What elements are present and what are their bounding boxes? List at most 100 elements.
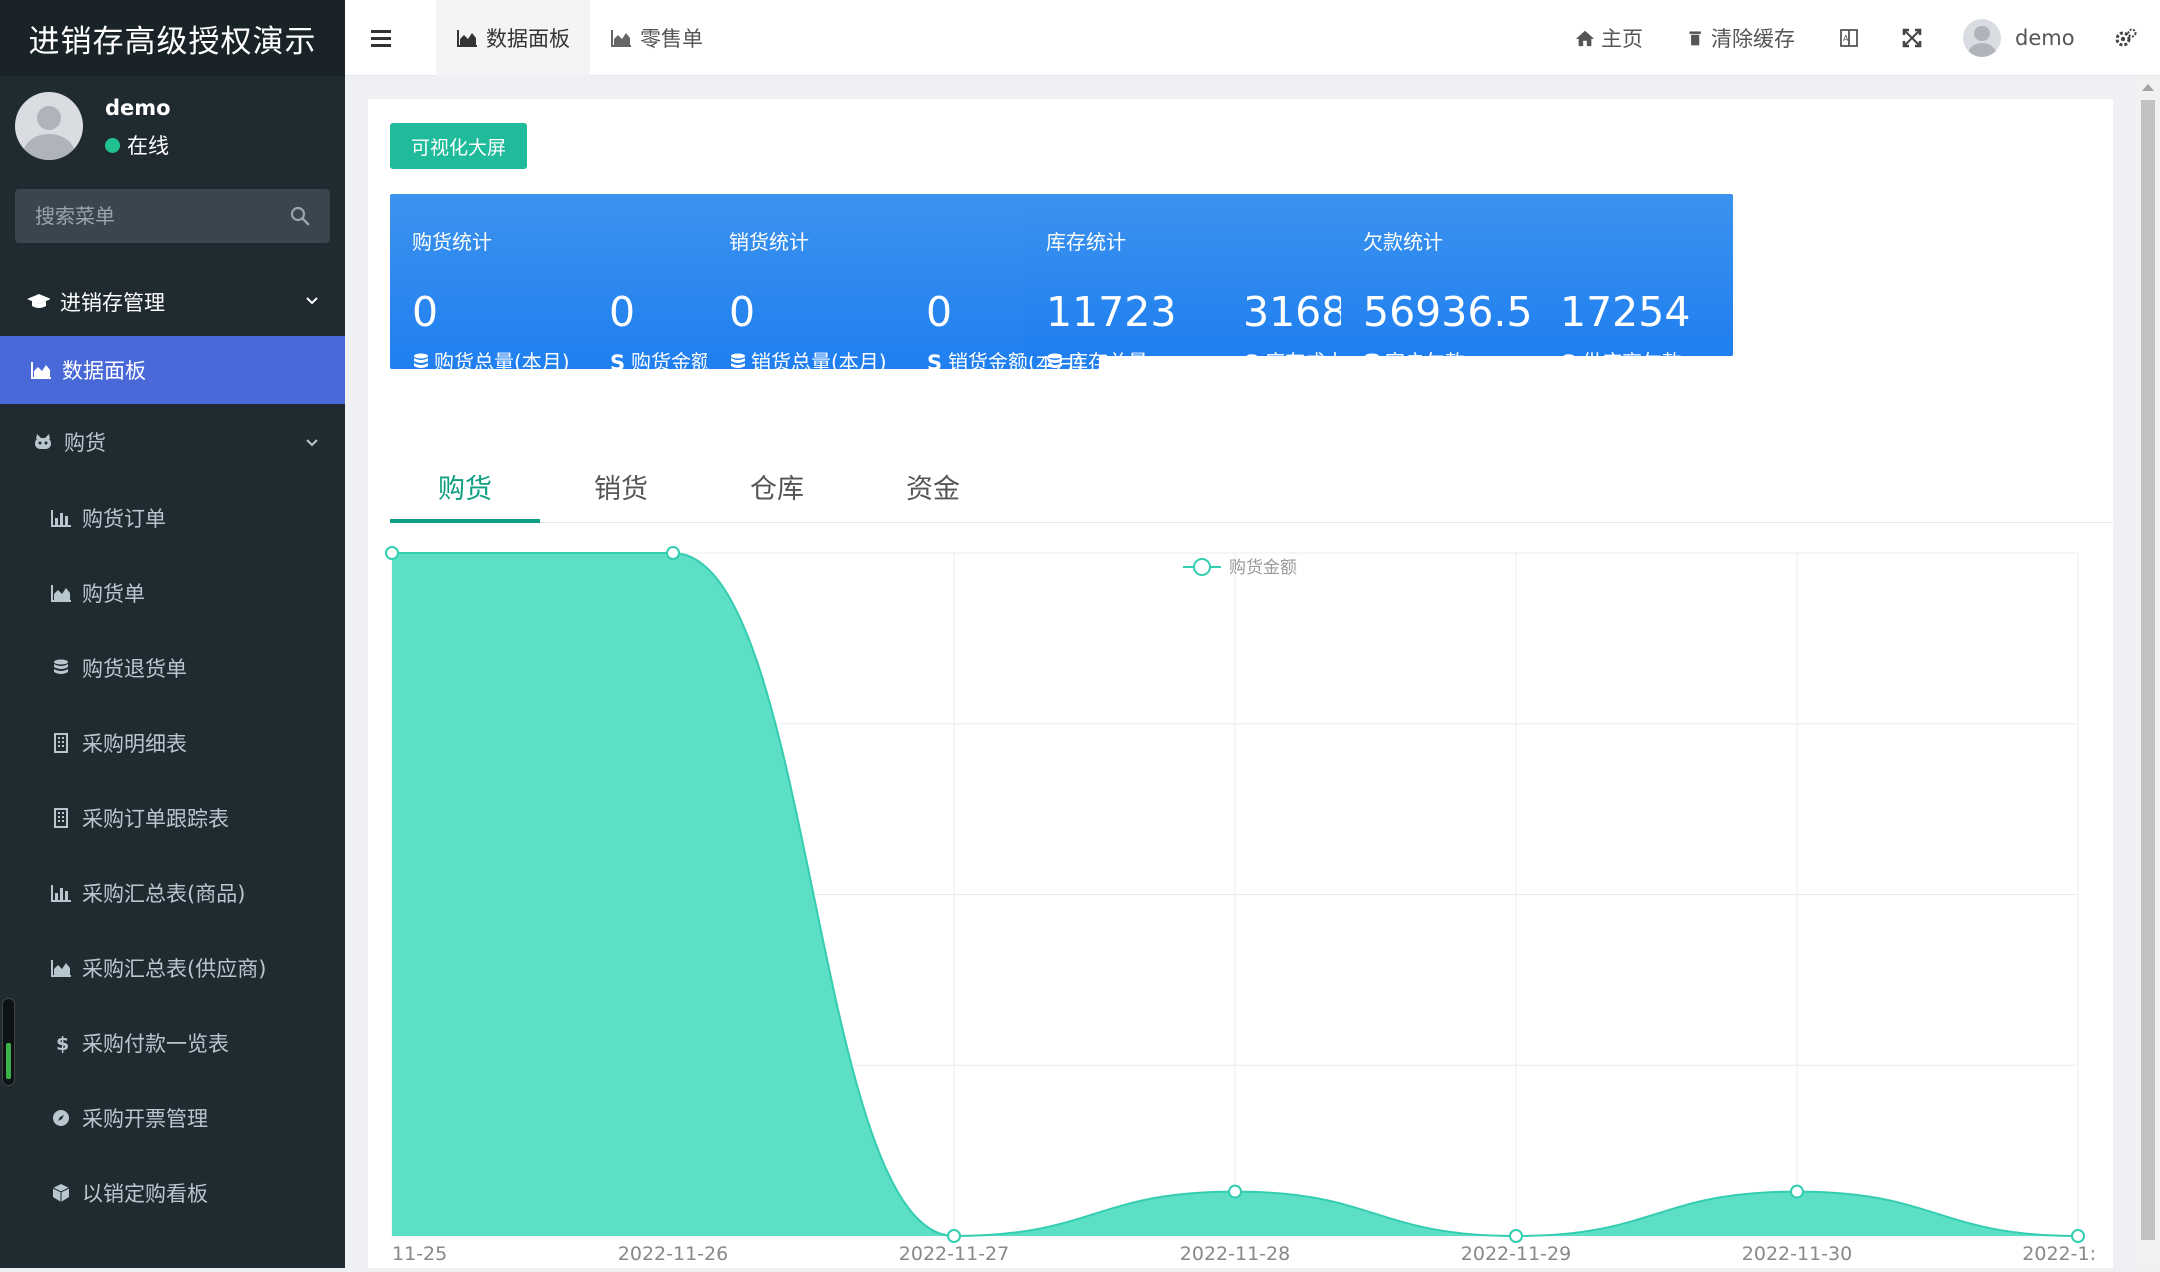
purchase-chart: 11-25 2022-11-26 2022-11-27 2022-11-28 2022-…: [368, 524, 2113, 1268]
compass-icon: [53, 1109, 69, 1126]
sidebar-subitem[interactable]: 采购开票管理: [0, 1080, 345, 1155]
area-chart-icon: [31, 362, 51, 379]
sidebar-subitem[interactable]: 采购明细表: [0, 705, 345, 780]
svg-text:S: S: [1244, 352, 1259, 372]
card-value-secondary: 0: [926, 288, 953, 336]
database-icon: [1365, 353, 1379, 368]
building-icon: [54, 807, 68, 828]
sidebar-subitem[interactable]: 以销定购看板: [0, 1155, 345, 1230]
page-scrollbar[interactable]: [2136, 76, 2160, 1268]
tab-sales[interactable]: 销货: [546, 467, 696, 523]
clear-cache-button[interactable]: 清除缓存: [1687, 0, 1795, 76]
data-point: [1228, 1184, 1242, 1199]
card-label-primary: 销货总量(本月): [729, 346, 894, 379]
sidebar: 进销存高级授权演示 demo 在线 进销存管理: [0, 0, 345, 1268]
github-cat-icon: [35, 434, 51, 449]
x-tick-label: 2022-1:: [2022, 1243, 2096, 1265]
card-label-text: 库存成本: [1265, 350, 1345, 374]
card-value-primary: 0: [412, 288, 439, 336]
svg-text:S: S: [1561, 352, 1576, 372]
tab-label: 数据面板: [486, 27, 570, 51]
gears-icon: [2115, 28, 2137, 47]
dollar-icon: S: [1561, 352, 1576, 372]
tab-funds[interactable]: 资金: [858, 467, 1008, 523]
sidebar-item-label: 数据面板: [62, 359, 146, 383]
dollar-icon: S: [927, 352, 942, 372]
x-tick-label: 2022-11-29: [1461, 1243, 1571, 1265]
data-point: [947, 1229, 961, 1243]
bar-chart-icon: [51, 884, 71, 902]
sidebar-menu: 进销存管理 数据面板 购货 购货订单 购货单 购货退货单 采购明细表 采购订单跟…: [0, 268, 345, 1230]
sidebar-group-purchase[interactable]: 购货: [0, 404, 345, 480]
home-icon: [1575, 30, 1595, 47]
app-title: 进销存高级授权演示: [0, 0, 345, 76]
main-content: 可视化大屏 购货统计 0 0 购货总量(本月) S 购货金额(本月) 销货统计 0 0 销货总量(…: [368, 99, 2113, 1268]
sidebar-subitem[interactable]: 采购订单跟踪表: [0, 780, 345, 855]
card-label-primary: 库存总量: [1046, 346, 1211, 379]
home-link[interactable]: 主页: [1575, 0, 1643, 76]
tab-retail[interactable]: 零售单: [590, 0, 723, 76]
chevron-down-icon: [306, 439, 318, 447]
cube-icon: [52, 1183, 70, 1202]
card-title: 销货统计: [729, 230, 809, 254]
sidebar-subitem-label: 购货单: [82, 581, 145, 606]
chart-tabs: 购货 销货 仓库 资金: [390, 467, 2113, 523]
dollar-icon: $: [56, 1033, 69, 1054]
user-status-label: 在线: [127, 134, 169, 158]
sidebar-subitem[interactable]: 购货单: [0, 555, 345, 630]
scroll-thumb[interactable]: [2141, 100, 2155, 1240]
sidebar-subitem-label: 采购汇总表(供应商): [82, 956, 267, 981]
sidebar-subitem[interactable]: $ 采购付款一览表: [0, 1005, 345, 1080]
card-value-primary: 56936.5: [1363, 288, 1533, 336]
sidebar-subitem-label: 采购订单跟踪表: [82, 806, 229, 831]
tab-warehouse[interactable]: 仓库: [702, 467, 852, 523]
x-tick-label: 2022-11-27: [899, 1243, 1009, 1265]
menu-toggle-icon[interactable]: [371, 30, 391, 47]
sidebar-subitem[interactable]: 购货订单: [0, 480, 345, 555]
database-icon: [414, 353, 428, 368]
data-point: [1790, 1184, 1804, 1199]
stat-card: 欠款统计 56936.5 17254 客户欠款 S 供应商欠款: [1341, 194, 1733, 374]
area-chart-icon: [51, 584, 71, 602]
sidebar-group-label: 购货: [64, 431, 106, 455]
user-menu[interactable]: demo: [1963, 0, 2075, 76]
card-title: 欠款统计: [1363, 230, 1443, 254]
menu-section-label: 进销存管理: [60, 291, 165, 315]
card-value-secondary: 17254: [1560, 288, 1691, 336]
sidebar-subitem[interactable]: 采购汇总表(商品): [0, 855, 345, 930]
data-point: [385, 546, 399, 560]
building-icon: [54, 732, 68, 753]
data-point: [1509, 1229, 1523, 1243]
card-label-text: 客户欠款: [1385, 350, 1465, 374]
card-value-primary: 11723: [1046, 288, 1177, 336]
viz-screen-button[interactable]: 可视化大屏: [390, 123, 527, 169]
sidebar-subitem[interactable]: 购货退货单: [0, 630, 345, 705]
sidebar-scroll-indicator[interactable]: [2, 998, 15, 1086]
language-button[interactable]: A: [1838, 0, 1860, 76]
top-avatar: [1963, 19, 2001, 57]
tab-label: 零售单: [640, 27, 703, 51]
tab-purchase[interactable]: 购货: [390, 467, 540, 523]
sidebar-item-dashboard[interactable]: 数据面板: [0, 336, 345, 404]
top-bar: 数据面板 零售单 主页 清除缓存 A demo: [345, 0, 2160, 76]
card-value-primary: 0: [729, 288, 756, 336]
chevron-down-icon: [306, 297, 318, 305]
card-value-secondary: 0: [609, 288, 636, 336]
search-icon[interactable]: [290, 206, 310, 226]
tab-dashboard[interactable]: 数据面板: [436, 0, 590, 76]
card-label-secondary: S 供应商欠款: [1560, 346, 1725, 379]
x-tick-label: 11-25: [392, 1243, 447, 1265]
sidebar-subitem-label: 采购开票管理: [82, 1106, 208, 1131]
sidebar-subitem-label: 采购付款一览表: [82, 1031, 229, 1056]
card-title: 购货统计: [412, 230, 492, 254]
menu-search-input[interactable]: [15, 189, 265, 243]
menu-section-jxc[interactable]: 进销存管理: [0, 268, 345, 336]
card-label-text: 库存总量: [1068, 350, 1148, 374]
fullscreen-button[interactable]: [1901, 0, 1923, 76]
sidebar-subitem-label: 采购明细表: [82, 731, 187, 756]
online-dot-icon: [105, 137, 120, 153]
scroll-up-icon[interactable]: [2142, 84, 2154, 91]
translate-icon: A: [1840, 29, 1858, 47]
settings-button[interactable]: [2114, 0, 2138, 76]
sidebar-subitem[interactable]: 采购汇总表(供应商): [0, 930, 345, 1005]
